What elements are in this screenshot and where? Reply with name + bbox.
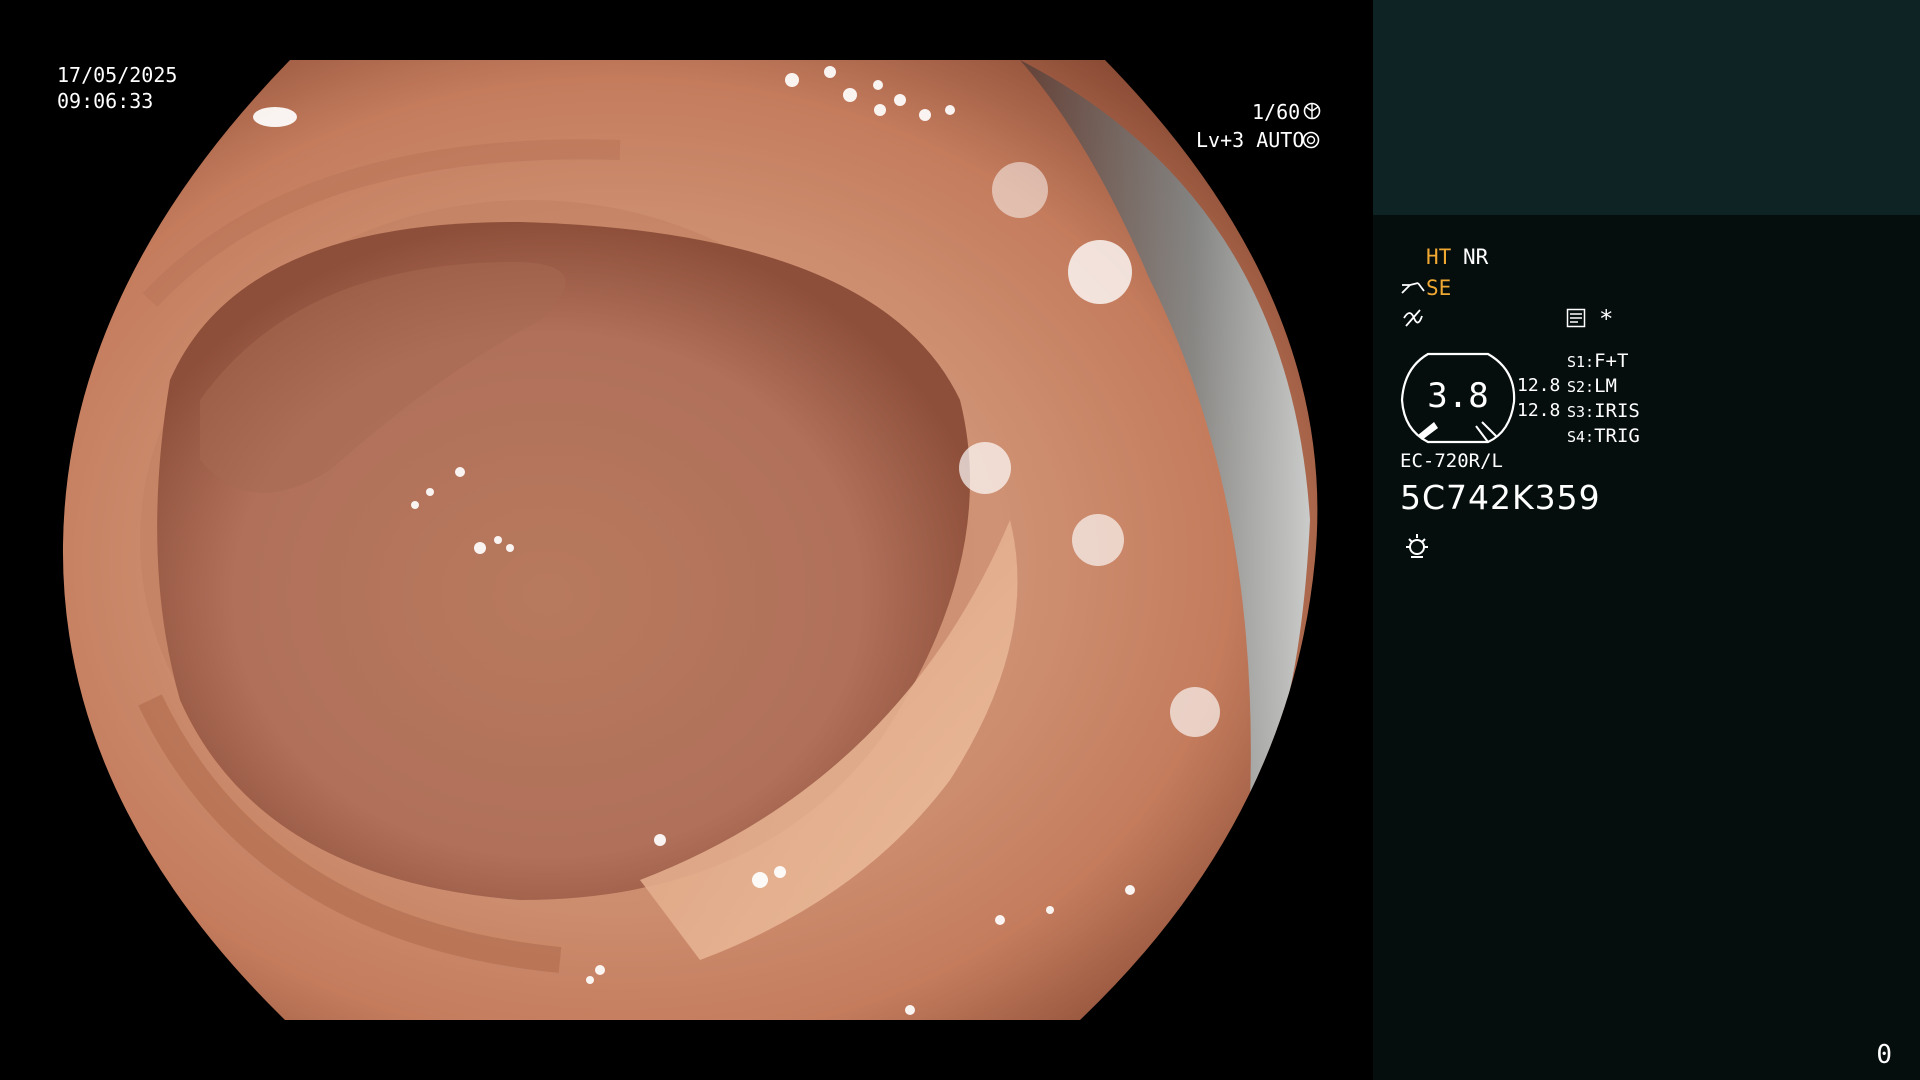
shutter-icon <box>1303 102 1321 120</box>
memo-icon <box>1566 308 1586 328</box>
status-sidebar <box>1373 0 1920 1080</box>
switch-item-s4: S4:TRIG <box>1567 423 1640 450</box>
switch-item-s3: S3:IRIS <box>1567 398 1640 425</box>
switch-value: F+T <box>1594 350 1629 372</box>
time-label: 09:06:33 <box>57 89 154 113</box>
se-indicator: SE <box>1426 276 1452 300</box>
endoscope-view: 17/05/2025 09:06:33 1/60 Lv+3 AUTO <box>0 0 1373 1080</box>
switch-key: S3: <box>1567 403 1595 421</box>
signal-icon <box>1403 309 1423 327</box>
scope-serial-label: 5C742K359 <box>1400 478 1601 517</box>
asterisk-indicator: * <box>1599 305 1614 333</box>
gauge-top-value: 12.8 <box>1517 375 1561 396</box>
switch-key: S4: <box>1567 428 1595 446</box>
gauge-value: 3.8 <box>1427 376 1489 416</box>
scope-model-label: EC-720R/L <box>1400 450 1503 472</box>
date-label: 17/05/2025 <box>57 63 178 87</box>
switch-value: IRIS <box>1594 400 1640 422</box>
nr-indicator: NR <box>1463 245 1489 269</box>
auto-exposure-icon <box>1302 131 1320 149</box>
scope-angle-icon <box>1401 282 1425 294</box>
ht-indicator: HT <box>1426 245 1452 269</box>
switch-item-s1: S1:F+T <box>1567 348 1628 375</box>
sidebar-header-panel <box>1373 0 1920 215</box>
light-source-icon <box>1406 534 1428 558</box>
switch-value: TRIG <box>1594 425 1640 447</box>
gauge-bottom-value: 12.8 <box>1517 400 1561 421</box>
switch-key: S1: <box>1567 353 1595 371</box>
switch-key: S2: <box>1567 378 1595 396</box>
frame-counter: 0 <box>1876 1040 1892 1070</box>
exposure-level-label: Lv+3 AUTO <box>1196 128 1305 152</box>
switch-value: LM <box>1594 375 1617 397</box>
switch-item-s2: S2:LM <box>1567 373 1617 400</box>
shutter-speed-label: 1/60 <box>1252 100 1301 124</box>
endoscopic-image <box>62 60 1318 1020</box>
